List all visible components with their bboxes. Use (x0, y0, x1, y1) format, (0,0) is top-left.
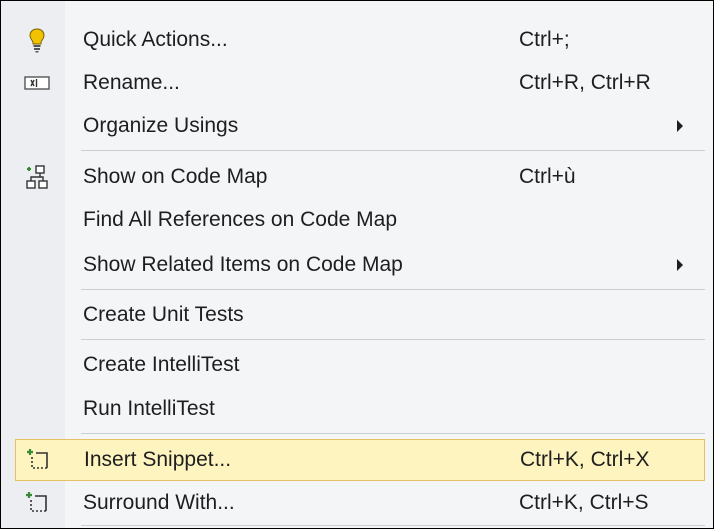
menu-item-label: Quick Actions... (83, 28, 228, 51)
code-map-icon (23, 163, 51, 191)
menu-separator (81, 525, 705, 526)
menu-item-find-all-references-on-code-map[interactable]: Find All References on Code Map (15, 199, 705, 241)
menu-item-insert-snippet[interactable]: Insert Snippet... Ctrl+K, Ctrl+X (15, 439, 705, 481)
menu-item-show-on-code-map[interactable]: Show on Code Map Ctrl+ù (15, 156, 705, 198)
menu-item-label: Insert Snippet... (84, 448, 232, 471)
context-menu: Quick Actions... Ctrl+; Rename... Ctrl+R… (0, 0, 714, 529)
shortcut-text: Ctrl+ù (519, 165, 576, 188)
menu-item-run-intellitest[interactable]: Run IntelliTest (15, 388, 705, 430)
menu-item-show-related-items-on-code-map[interactable]: Show Related Items on Code Map (15, 244, 705, 286)
menu-item-label: Create Unit Tests (83, 303, 244, 326)
shortcut-text: Ctrl+; (519, 28, 570, 51)
menu-separator (81, 289, 705, 290)
menu-item-label: Organize Usings (83, 114, 239, 137)
menu-item-create-intellitest[interactable]: Create IntelliTest (15, 344, 705, 386)
rename-icon (23, 69, 51, 97)
menu-item-rename[interactable]: Rename... Ctrl+R, Ctrl+R (15, 62, 705, 104)
menu-item-label: Show Related Items on Code Map (83, 253, 403, 276)
menu-separator (81, 150, 705, 151)
menu-item-label: Create IntelliTest (83, 353, 240, 376)
shortcut-text: Ctrl+R, Ctrl+R (519, 71, 651, 94)
menu-item-organize-usings[interactable]: Organize Usings (15, 105, 705, 147)
submenu-arrow-icon (677, 120, 683, 132)
menu-separator (81, 339, 705, 340)
insert-snippet-icon (24, 446, 52, 474)
lightbulb-icon (23, 26, 51, 54)
menu-item-create-unit-tests[interactable]: Create Unit Tests (15, 294, 705, 336)
menu-item-quick-actions[interactable]: Quick Actions... Ctrl+; (15, 19, 705, 61)
menu-item-label: Find All References on Code Map (83, 208, 398, 231)
shortcut-text: Ctrl+K, Ctrl+X (520, 448, 650, 471)
menu-separator (81, 433, 705, 434)
menu-item-label: Surround With... (83, 491, 235, 514)
menu-item-label: Run IntelliTest (83, 397, 215, 420)
submenu-arrow-icon (677, 259, 683, 271)
menu-item-label: Rename... (83, 71, 180, 94)
shortcut-text: Ctrl+K, Ctrl+S (519, 491, 649, 514)
menu-item-label: Show on Code Map (83, 165, 268, 188)
menu-item-surround-with[interactable]: Surround With... Ctrl+K, Ctrl+S (15, 482, 705, 524)
surround-with-icon (23, 489, 51, 517)
